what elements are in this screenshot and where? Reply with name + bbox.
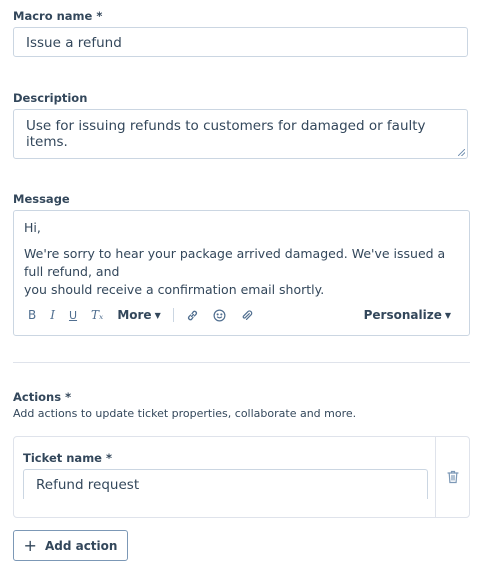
message-line: you should receive a confirmation email … (24, 282, 325, 297)
description-label: Description (13, 91, 88, 105)
message-line (24, 237, 459, 245)
message-line: Hi, (24, 220, 41, 235)
plus-icon: + (23, 536, 37, 555)
action-card: Ticket name * Refund request (13, 436, 470, 518)
ticket-name-label: Ticket name * (23, 451, 112, 465)
message-label: Message (13, 192, 70, 206)
delete-action-button[interactable] (435, 437, 469, 517)
trash-icon (446, 470, 459, 484)
message-editor[interactable]: Hi, We're sorry to hear your package arr… (13, 210, 470, 336)
italic-button[interactable]: I (50, 308, 55, 322)
emoji-icon[interactable] (213, 309, 226, 322)
personalize-label: Personalize (363, 308, 442, 322)
description-text: Use for issuing refunds to customers for… (26, 118, 426, 150)
caret-down-icon: ▼ (444, 310, 451, 320)
actions-label: Actions * (13, 390, 72, 404)
attachment-icon[interactable] (240, 309, 253, 322)
actions-helper-text: Add actions to update ticket properties,… (13, 407, 357, 420)
more-dropdown[interactable]: More ▼ (117, 308, 160, 322)
toolbar-divider (172, 308, 174, 322)
link-icon[interactable] (186, 309, 199, 322)
section-divider (13, 362, 470, 363)
macro-name-input[interactable]: Issue a refund (13, 27, 468, 57)
editor-toolbar: B I U Tₓ More ▼ Personalize ▼ (28, 307, 451, 323)
more-label: More (117, 308, 152, 322)
message-line: We're sorry to hear your package arrived… (24, 246, 446, 279)
clear-format-button[interactable]: Tₓ (91, 308, 103, 322)
underline-button[interactable]: U (69, 309, 77, 322)
bold-button[interactable]: B (28, 308, 36, 322)
personalize-dropdown[interactable]: Personalize ▼ (364, 308, 451, 322)
ticket-name-input[interactable]: Refund request (23, 469, 428, 499)
description-textarea[interactable]: Use for issuing refunds to customers for… (13, 109, 468, 159)
macro-name-label: Macro name * (13, 9, 103, 23)
add-action-button[interactable]: + Add action (13, 530, 128, 561)
add-action-label: Add action (44, 538, 118, 553)
caret-down-icon: ▼ (154, 310, 161, 320)
resize-handle-icon[interactable] (458, 149, 465, 156)
